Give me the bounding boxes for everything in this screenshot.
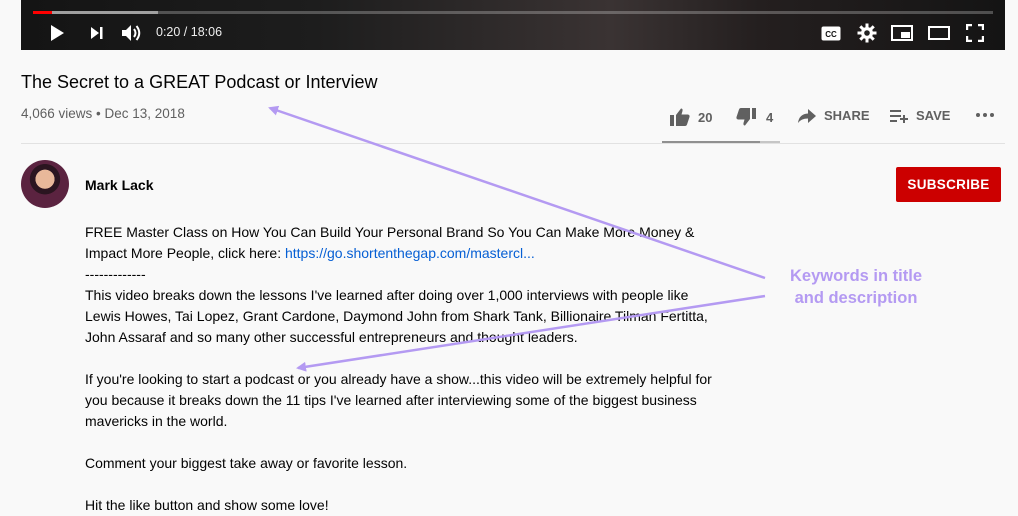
share-icon [798, 108, 816, 123]
dislike-count: 4 [766, 109, 774, 125]
miniplayer-icon [891, 25, 913, 41]
progress-played [33, 11, 53, 14]
next-button[interactable] [87, 22, 107, 44]
like-button[interactable]: 20 [670, 108, 712, 126]
description-paragraph-2: This video breaks down the lessons I've … [85, 287, 708, 345]
masterclass-link[interactable]: https://go.shortenthegap.com/mastercl... [285, 245, 535, 261]
volume-icon [122, 25, 141, 41]
playlist-add-icon [890, 109, 908, 123]
video-title: The Secret to a GREAT Podcast or Intervi… [21, 72, 378, 92]
more-actions-button[interactable] [975, 112, 995, 118]
thumbs-down-icon [736, 108, 756, 126]
description-paragraph-3: If you're looking to start a podcast or … [85, 371, 712, 429]
annotation-label: Keywords in title and description [752, 265, 960, 309]
save-label: SAVE [916, 108, 951, 123]
theater-icon [928, 26, 950, 40]
description-separator: ------------- [85, 266, 146, 282]
divider [21, 143, 1005, 144]
share-label: SHARE [824, 108, 870, 123]
settings-button[interactable] [855, 22, 879, 44]
video-meta: 4,066 views • Dec 13, 2018 [21, 106, 185, 121]
svg-text:CC: CC [825, 30, 837, 39]
save-button[interactable]: SAVE [890, 108, 950, 123]
channel-avatar[interactable] [21, 160, 69, 208]
description-paragraph-4: Comment your biggest take away or favori… [85, 455, 408, 471]
play-button[interactable] [47, 22, 67, 44]
volume-button[interactable] [121, 22, 143, 44]
annotation-line-2: and description [794, 289, 918, 307]
fullscreen-button[interactable] [963, 22, 987, 44]
time-display: 0:20 / 18:06 [156, 25, 223, 39]
description-paragraph-5: Hit the like button and show some love! [85, 497, 329, 513]
captions-icon: CC [821, 26, 841, 40]
theater-mode-button[interactable] [927, 22, 951, 44]
description-paragraph-1: FREE Master Class on How You Can Build Y… [85, 222, 725, 264]
gear-icon [857, 23, 877, 43]
next-icon [91, 27, 103, 39]
subscribe-button[interactable]: SUBSCRIBE [896, 167, 1001, 202]
play-icon [51, 25, 64, 41]
video-description: FREE Master Class on How You Can Build Y… [85, 222, 725, 516]
fullscreen-icon [966, 24, 984, 42]
captions-button[interactable]: CC [820, 22, 842, 44]
share-button[interactable]: SHARE [798, 108, 870, 123]
thumbs-up-icon [670, 108, 690, 126]
more-horizontal-icon [976, 113, 994, 117]
progress-bar[interactable] [33, 11, 993, 14]
like-count: 20 [698, 109, 713, 125]
video-player[interactable]: 0:20 / 18:06 CC [21, 0, 1005, 50]
miniplayer-button[interactable] [890, 22, 914, 44]
channel-name[interactable]: Mark Lack [85, 177, 153, 193]
dislike-button[interactable]: 4 [736, 108, 773, 126]
annotation-line-1: Keywords in title [789, 267, 923, 285]
